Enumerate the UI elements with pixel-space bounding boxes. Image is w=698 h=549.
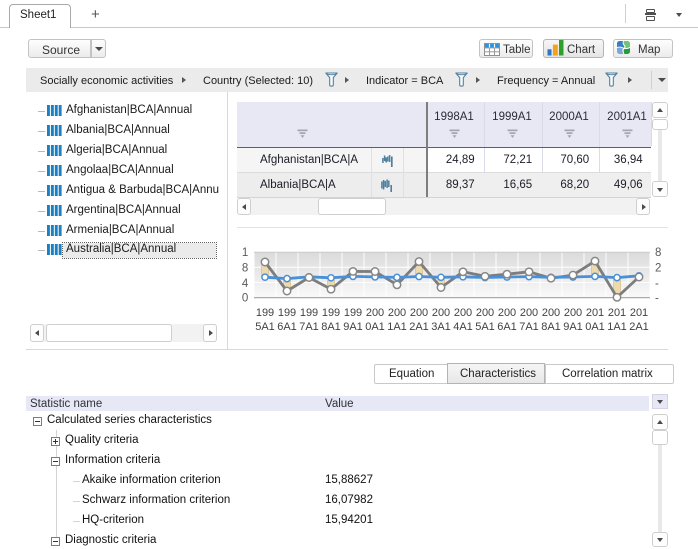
svg-text:8: 8 — [655, 247, 661, 259]
svg-text:8: 8 — [242, 263, 248, 275]
svg-text:2: 2 — [655, 263, 661, 275]
svg-text:-: - — [655, 293, 659, 305]
svg-text:1: 1 — [242, 247, 248, 259]
svg-text:4: 4 — [242, 278, 249, 290]
svg-text:-: - — [655, 278, 659, 290]
svg-text:0: 0 — [242, 293, 248, 305]
